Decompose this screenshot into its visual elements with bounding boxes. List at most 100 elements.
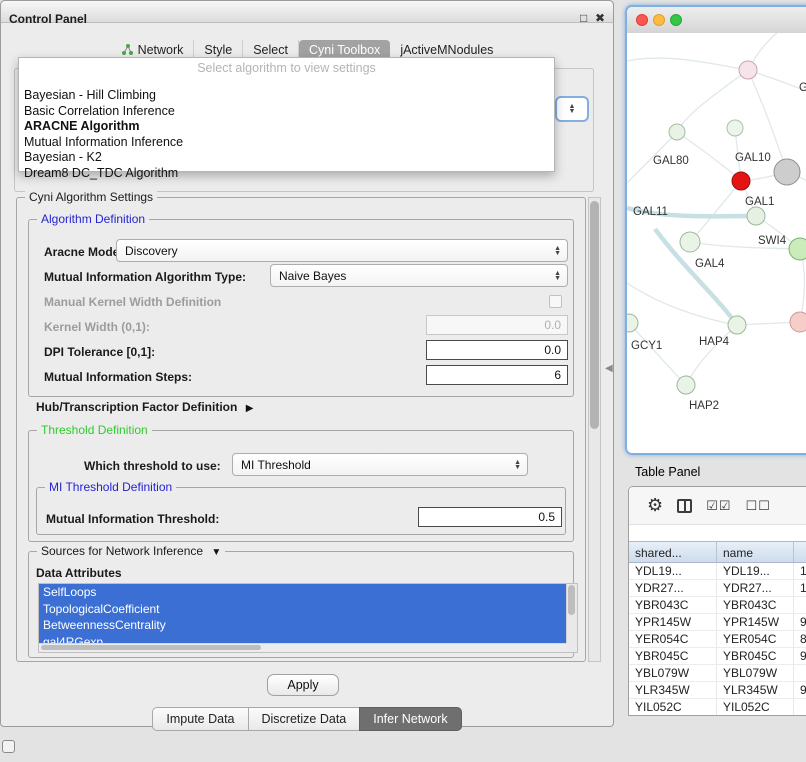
scrollbar-thumb[interactable] bbox=[568, 585, 575, 615]
network-node[interactable] bbox=[739, 61, 757, 79]
network-node[interactable] bbox=[680, 232, 700, 252]
mac-zoom-icon[interactable] bbox=[670, 14, 682, 26]
dpi-tolerance-label: DPI Tolerance [0,1]: bbox=[44, 345, 155, 359]
cell-shared-name: YBL079W bbox=[629, 665, 717, 682]
sources-title: Sources for Network Inference bbox=[41, 544, 203, 558]
node-label: GAL4 bbox=[695, 258, 725, 270]
combobox-value: Discovery bbox=[125, 244, 178, 258]
network-node[interactable] bbox=[669, 124, 685, 140]
tab-discretize-data[interactable]: Discretize Data bbox=[248, 707, 361, 731]
which-threshold-combobox[interactable]: MI Threshold bbox=[232, 453, 528, 476]
hub-definition-label: Hub/Transcription Factor Definition bbox=[36, 400, 237, 414]
algorithm-option[interactable]: Mutual Information Inference bbox=[19, 135, 554, 151]
network-node[interactable] bbox=[677, 376, 695, 394]
algorithm-option[interactable]: Bayesian - Hill Climbing bbox=[19, 88, 554, 104]
gear-icon[interactable]: ⚙ bbox=[647, 495, 663, 516]
float-window-icon[interactable]: □ bbox=[580, 11, 587, 25]
table-row[interactable]: YBR045C YBR045C 9... bbox=[629, 648, 806, 665]
network-icon bbox=[121, 44, 134, 56]
apply-button[interactable]: Apply bbox=[267, 674, 339, 696]
cell-name: YBL079W bbox=[717, 665, 794, 682]
list-horizontal-scrollbar[interactable] bbox=[39, 643, 567, 652]
column-header[interactable]: name bbox=[717, 541, 794, 563]
network-node[interactable] bbox=[727, 120, 743, 136]
network-window-titlebar[interactable] bbox=[627, 7, 806, 34]
expand-right-icon: ▶ bbox=[246, 403, 254, 414]
network-node[interactable] bbox=[627, 314, 638, 332]
table-row[interactable]: YDR27... YDR27... 12... bbox=[629, 580, 806, 597]
algorithm-combobox[interactable] bbox=[555, 96, 589, 122]
network-canvas[interactable]: GAL80 GAL10 GAL1 GAL4 SWI4 HAP4 HAP2 GCY… bbox=[627, 33, 806, 453]
tab-label: Cyni Toolbox bbox=[309, 43, 380, 57]
cell-value bbox=[794, 699, 806, 716]
cell-value: 8... bbox=[794, 631, 806, 648]
cell-name: YPR145W bbox=[717, 614, 794, 631]
cell-name: YER054C bbox=[717, 631, 794, 648]
select-all-checkboxes-icon[interactable]: ☑☑ bbox=[706, 498, 731, 514]
control-panel-titlebar[interactable] bbox=[0, 0, 614, 23]
list-vertical-scrollbar[interactable] bbox=[566, 584, 577, 652]
field-value: 0.5 bbox=[538, 510, 555, 524]
tab-infer-network[interactable]: Infer Network bbox=[359, 707, 461, 731]
list-item-selected[interactable]: SelfLoops bbox=[39, 584, 570, 601]
tab-label: Impute Data bbox=[166, 712, 234, 726]
node-label: GAL7 bbox=[799, 82, 806, 94]
mi-steps-field[interactable]: 6 bbox=[426, 365, 568, 385]
apply-label: Apply bbox=[287, 678, 318, 692]
tab-impute-data[interactable]: Impute Data bbox=[152, 707, 248, 731]
manual-kernel-checkbox[interactable] bbox=[549, 295, 562, 308]
sources-expander[interactable]: Sources for Network Inference ▼ bbox=[37, 544, 225, 558]
settings-vertical-scrollbar[interactable] bbox=[588, 197, 601, 662]
mi-threshold-label: Mutual Information Threshold: bbox=[46, 512, 219, 526]
column-header[interactable]: shared... bbox=[629, 541, 717, 563]
algorithm-dropdown-popup: Select algorithm to view settings Bayesi… bbox=[18, 57, 555, 172]
scrollbar-thumb[interactable] bbox=[41, 645, 261, 650]
column-header[interactable] bbox=[794, 541, 806, 563]
cell-name: YBR043C bbox=[717, 597, 794, 614]
aracne-mode-combobox[interactable]: Discovery bbox=[116, 239, 568, 262]
algorithm-option[interactable]: Basic Correlation Inference bbox=[19, 104, 554, 120]
table-row[interactable]: YBR043C YBR043C bbox=[629, 597, 806, 614]
mac-close-icon[interactable] bbox=[636, 14, 648, 26]
combo-arrows-icon bbox=[514, 460, 521, 470]
table-row[interactable]: YIL052C YIL052C bbox=[629, 699, 806, 716]
algorithm-option[interactable]: Dream8 DC_TDC Algorithm bbox=[19, 166, 554, 182]
cell-value: 13... bbox=[794, 563, 806, 580]
table-row[interactable]: YLR345W YLR345W 9... bbox=[629, 682, 806, 699]
close-window-icon[interactable]: ✖ bbox=[595, 11, 605, 25]
network-node[interactable] bbox=[790, 312, 806, 332]
cell-value: 9... bbox=[794, 682, 806, 699]
table-toolbar: ⚙ ☑☑ ☐☐ bbox=[629, 487, 806, 525]
network-node[interactable] bbox=[774, 159, 800, 185]
table-row[interactable]: YER054C YER054C 8... bbox=[629, 631, 806, 648]
combobox-value: MI Threshold bbox=[241, 458, 311, 472]
mi-threshold-field[interactable]: 0.5 bbox=[418, 507, 562, 527]
cell-shared-name: YDL19... bbox=[629, 563, 717, 580]
expand-down-icon: ▼ bbox=[211, 547, 221, 558]
algorithm-option-selected[interactable]: ARACNE Algorithm bbox=[19, 119, 554, 135]
mi-algorithm-type-combobox[interactable]: Naive Bayes bbox=[270, 264, 568, 287]
dpi-tolerance-field[interactable]: 0.0 bbox=[426, 340, 568, 360]
list-item-selected[interactable]: BetweennessCentrality bbox=[39, 617, 570, 634]
list-item-selected[interactable]: TopologicalCoefficient bbox=[39, 601, 570, 618]
data-attributes-list[interactable]: SelfLoops TopologicalCoefficient Between… bbox=[38, 583, 578, 653]
mac-minimize-icon[interactable] bbox=[653, 14, 665, 26]
node-label: GAL1 bbox=[745, 196, 774, 208]
network-view-window: GAL80 GAL10 GAL1 GAL4 SWI4 HAP4 HAP2 GCY… bbox=[625, 5, 806, 455]
network-node[interactable] bbox=[747, 207, 765, 225]
network-node[interactable] bbox=[789, 238, 806, 260]
splitter-collapse-icon[interactable]: ◀ bbox=[605, 363, 613, 374]
network-node[interactable] bbox=[732, 172, 750, 190]
deselect-all-checkboxes-icon[interactable]: ☐☐ bbox=[745, 498, 770, 514]
docked-panel-icon[interactable] bbox=[2, 740, 15, 753]
network-node[interactable] bbox=[728, 316, 746, 334]
scrollbar-thumb[interactable] bbox=[590, 201, 599, 429]
table-row[interactable]: YDL19... YDL19... 13... bbox=[629, 563, 806, 580]
algorithm-option[interactable]: Bayesian - K2 bbox=[19, 150, 554, 166]
hub-definition-expander[interactable]: Hub/Transcription Factor Definition ▶ bbox=[36, 400, 253, 414]
columns-icon[interactable] bbox=[677, 499, 692, 513]
kernel-width-field[interactable]: 0.0 bbox=[426, 315, 568, 335]
table-row[interactable]: YPR145W YPR145W 9... bbox=[629, 614, 806, 631]
cell-value: 9... bbox=[794, 614, 806, 631]
table-row[interactable]: YBL079W YBL079W bbox=[629, 665, 806, 682]
